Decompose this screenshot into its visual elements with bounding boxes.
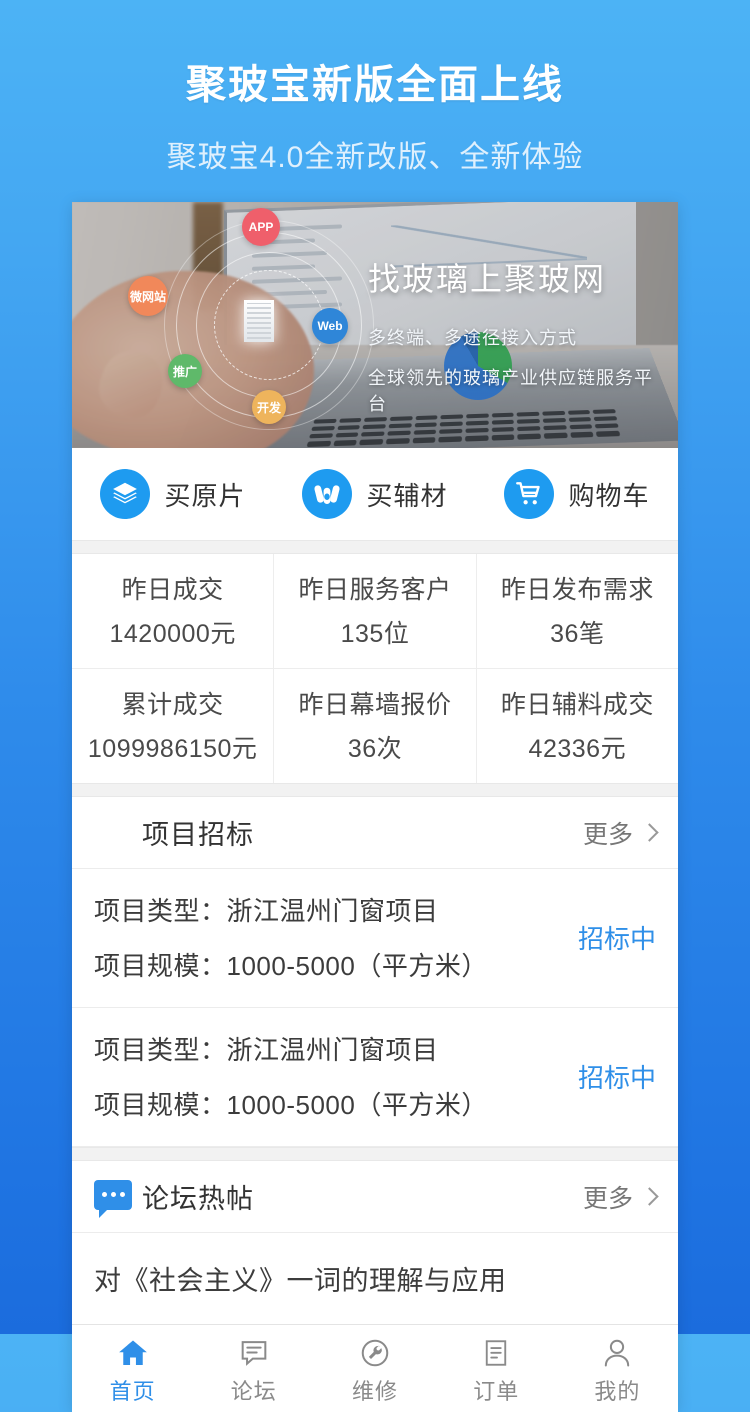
banner-heading: 找玻璃上聚玻网: [368, 254, 662, 300]
section-divider: [72, 1147, 678, 1161]
bubble-web-icon: Web: [312, 308, 348, 344]
bubble-wechat-site-icon: 微网站: [128, 276, 168, 316]
bidding-status-badge: 招标中: [578, 1058, 656, 1095]
stat-cell: 昨日幕墙报价 36次: [274, 668, 476, 783]
bidding-type-label: 项目类型：: [94, 1035, 227, 1065]
stat-cell: 昨日发布需求 36笔: [477, 554, 678, 668]
more-link-bidding[interactable]: 更多: [583, 815, 656, 851]
quick-action-label: 买辅材: [366, 476, 447, 513]
promo-title: 聚玻宝新版全面上线: [0, 62, 750, 108]
tab-repair[interactable]: 维修: [314, 1325, 435, 1412]
stat-label: 累计成交: [76, 685, 269, 721]
bidding-type-line: 项目类型：浙江温州门窗项目: [94, 891, 568, 928]
quick-actions-row: 买原片 买辅材 购物车: [72, 448, 678, 540]
promo-header: 聚玻宝新版全面上线 聚玻宝4.0全新改版、全新体验: [0, 0, 750, 176]
section-title: 论坛热帖: [142, 1177, 254, 1216]
bidding-scale-value: 1000-5000（平方米）: [227, 951, 488, 981]
chat-bubble-icon: [94, 1176, 126, 1218]
user-icon: [601, 1331, 633, 1369]
home-icon: [116, 1331, 150, 1369]
order-icon: [481, 1331, 511, 1369]
banner-text-block: 找玻璃上聚玻网 多终端、多途径接入方式 全球领先的玻璃产业供应链服务平台: [368, 254, 662, 416]
stat-cell: 昨日成交 1420000元: [72, 554, 274, 668]
material-rolls-icon: [302, 469, 352, 519]
bidding-type-value: 浙江温州门窗项目: [227, 1035, 439, 1065]
statistics-row: 累计成交 1099986150元 昨日幕墙报价 36次 昨日辅料成交 42336…: [72, 668, 678, 783]
stat-label: 昨日成交: [76, 570, 269, 606]
section-divider: [72, 540, 678, 554]
bidding-scale-value: 1000-5000（平方米）: [227, 1090, 488, 1120]
promo-subtitle: 聚玻宝4.0全新改版、全新体验: [0, 132, 750, 176]
stat-label: 昨日发布需求: [481, 570, 674, 606]
quick-action-buy-raw-glass[interactable]: 买原片: [72, 469, 274, 519]
stat-cell: 昨日辅料成交 42336元: [477, 668, 678, 783]
tab-label: 我的: [594, 1374, 640, 1406]
layers-icon: [100, 469, 150, 519]
diagram-core-icon: [244, 300, 274, 342]
forum-post-item[interactable]: 对《社会主义》一词的理解与应用: [72, 1233, 678, 1324]
stat-value: 36笔: [481, 614, 674, 650]
statistics-grid: 昨日成交 1420000元 昨日服务客户 135位 昨日发布需求 36笔 累计成…: [72, 554, 678, 783]
bidding-type-line: 项目类型：浙江温州门窗项目: [94, 1030, 568, 1067]
tab-label: 论坛: [231, 1374, 277, 1406]
stat-value: 135位: [278, 614, 471, 650]
bidding-list-item[interactable]: 项目类型：浙江温州门窗项目 项目规模：1000-5000（平方米） 招标中: [72, 869, 678, 1008]
shopping-cart-icon: [504, 469, 554, 519]
bookmark-icon: [94, 812, 126, 854]
bidding-type-label: 项目类型：: [94, 896, 227, 926]
stat-label: 昨日辅料成交: [481, 685, 674, 721]
statistics-row: 昨日成交 1420000元 昨日服务客户 135位 昨日发布需求 36笔: [72, 554, 678, 668]
app-screen-card: APP 微网站 Web 推广 开发 找玻璃上聚玻网 多终端、多途径接入方式 全球…: [72, 202, 678, 1412]
bidding-item-details: 项目类型：浙江温州门窗项目 项目规模：1000-5000（平方米）: [94, 1030, 568, 1122]
tab-label: 首页: [110, 1374, 156, 1406]
bubble-development-icon: 开发: [252, 390, 286, 424]
banner-subline-1: 多终端、多途径接入方式: [368, 324, 662, 350]
stat-value: 1420000元: [76, 614, 269, 650]
more-link-forum[interactable]: 更多: [583, 1179, 656, 1215]
tab-profile[interactable]: 我的: [557, 1325, 678, 1412]
quick-action-label: 购物车: [568, 476, 649, 513]
quick-action-label: 买原片: [164, 476, 245, 513]
section-divider: [72, 783, 678, 797]
stat-label: 昨日服务客户: [278, 570, 471, 606]
bidding-scale-label: 项目规模：: [94, 951, 227, 981]
banner-subline-2: 全球领先的玻璃产业供应链服务平台: [368, 364, 662, 416]
bidding-scale-line: 项目规模：1000-5000（平方米）: [94, 946, 568, 983]
stat-value: 36次: [278, 729, 471, 765]
section-title: 项目招标: [142, 813, 254, 852]
chevron-right-icon: [640, 1187, 658, 1205]
more-label: 更多: [583, 815, 633, 851]
stat-value: 1099986150元: [76, 729, 269, 765]
bubble-app-icon: APP: [242, 208, 280, 246]
tab-label: 维修: [352, 1374, 398, 1406]
quick-action-buy-auxiliary-material[interactable]: 买辅材: [274, 469, 476, 519]
tab-home[interactable]: 首页: [72, 1325, 193, 1412]
stat-label: 昨日幕墙报价: [278, 685, 471, 721]
wrench-icon: [359, 1331, 391, 1369]
tab-label: 订单: [473, 1374, 519, 1406]
stat-cell: 昨日服务客户 135位: [274, 554, 476, 668]
stat-value: 42336元: [481, 729, 674, 765]
bidding-type-value: 浙江温州门窗项目: [227, 896, 439, 926]
quick-action-shopping-cart[interactable]: 购物车: [476, 469, 678, 519]
bubble-promotion-icon: 推广: [168, 354, 202, 388]
tab-orders[interactable]: 订单: [436, 1325, 557, 1412]
bidding-item-details: 项目类型：浙江温州门窗项目 项目规模：1000-5000（平方米）: [94, 891, 568, 983]
stat-cell: 累计成交 1099986150元: [72, 668, 274, 783]
tab-forum[interactable]: 论坛: [193, 1325, 314, 1412]
more-label: 更多: [583, 1179, 633, 1215]
bidding-scale-line: 项目规模：1000-5000（平方米）: [94, 1085, 568, 1122]
forum-icon: [238, 1331, 270, 1369]
hero-banner[interactable]: APP 微网站 Web 推广 开发 找玻璃上聚玻网 多终端、多途径接入方式 全球…: [72, 202, 678, 448]
section-header-bidding: 项目招标 更多: [72, 797, 678, 869]
section-header-forum: 论坛热帖 更多: [72, 1161, 678, 1233]
bidding-scale-label: 项目规模：: [94, 1090, 227, 1120]
bidding-list-item[interactable]: 项目类型：浙江温州门窗项目 项目规模：1000-5000（平方米） 招标中: [72, 1008, 678, 1147]
bottom-tab-bar: 首页 论坛 维修 订单 我的: [72, 1324, 678, 1412]
chevron-right-icon: [640, 823, 658, 841]
bidding-status-badge: 招标中: [578, 919, 656, 956]
